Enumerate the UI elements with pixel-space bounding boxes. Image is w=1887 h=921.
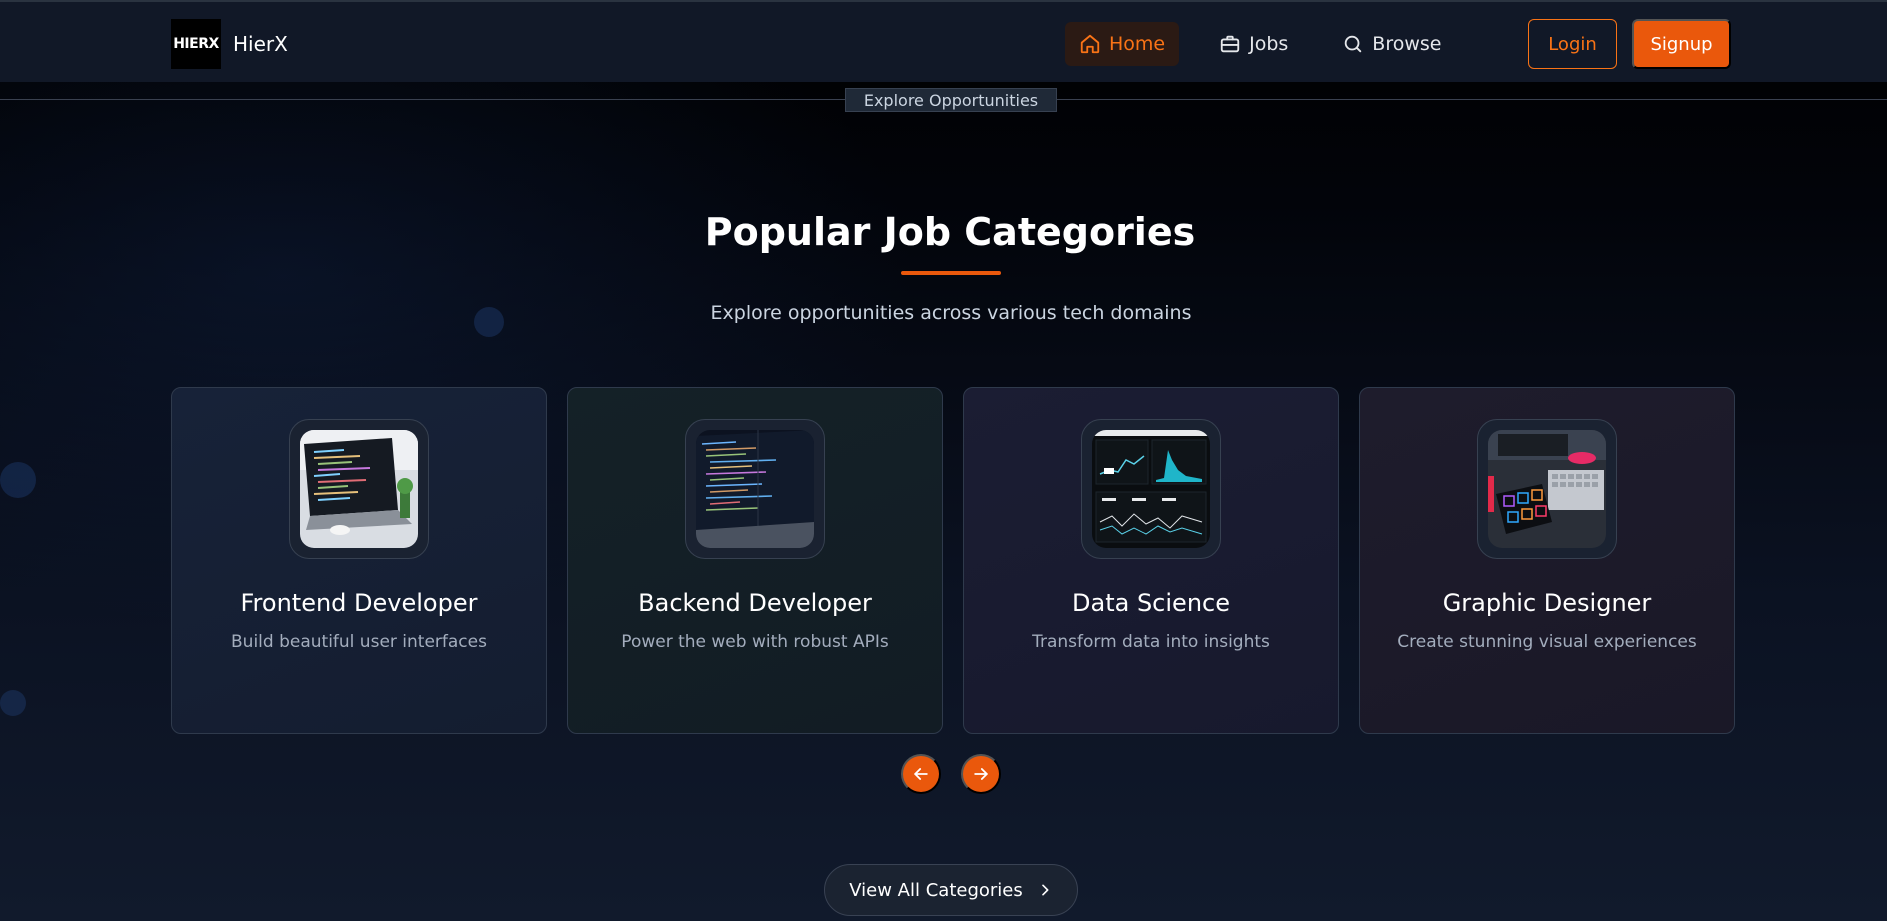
- carousel-prev-button[interactable]: [901, 754, 941, 794]
- category-title: Backend Developer: [638, 589, 872, 617]
- laptop-code-image: [300, 430, 418, 548]
- nav-item-browse[interactable]: Browse: [1328, 22, 1455, 66]
- title-underline: [901, 271, 1001, 275]
- nav-item-label: Jobs: [1249, 33, 1289, 55]
- category-card-graphic-designer[interactable]: Graphic Designer Create stunning visual …: [1359, 387, 1735, 734]
- category-title: Frontend Developer: [240, 589, 478, 617]
- signup-button[interactable]: Signup: [1632, 19, 1731, 69]
- explore-tag: Explore Opportunities: [845, 88, 1057, 112]
- category-carousel: Frontend Developer Build beautiful user …: [171, 387, 1735, 734]
- nav-links: Home Jobs Browse: [1065, 22, 1455, 66]
- briefcase-icon: [1220, 35, 1240, 53]
- carousel-next-button[interactable]: [961, 754, 1001, 794]
- analytics-dashboard-image: [1092, 430, 1210, 548]
- decorative-dot: [0, 462, 36, 498]
- nav-item-label: Home: [1109, 33, 1166, 55]
- page-title: Popular Job Categories: [704, 210, 1196, 254]
- category-title: Data Science: [1072, 589, 1230, 617]
- arrow-left-icon: [914, 768, 928, 780]
- category-desc: Transform data into insights: [1032, 632, 1270, 652]
- brand-logo: HIERX: [171, 19, 221, 69]
- navbar: HIERX HierX Home Jobs Browse Login Signu…: [0, 0, 1887, 82]
- brand[interactable]: HIERX HierX: [171, 19, 288, 69]
- category-thumb: [289, 419, 429, 559]
- view-all-categories-button[interactable]: View All Categories: [824, 864, 1078, 916]
- brand-name: HierX: [233, 32, 288, 56]
- category-card-data-science[interactable]: Data Science Transform data into insight…: [963, 387, 1339, 734]
- decorative-dot: [0, 690, 26, 716]
- code-screen-image: [696, 430, 814, 548]
- nav-item-label: Browse: [1372, 33, 1442, 55]
- home-icon: [1080, 34, 1100, 54]
- nav-item-home[interactable]: Home: [1065, 22, 1180, 66]
- category-thumb: [1081, 419, 1221, 559]
- category-title: Graphic Designer: [1442, 589, 1652, 617]
- arrow-right-icon: [974, 768, 988, 780]
- category-desc: Power the web with robust APIs: [621, 632, 889, 652]
- category-card-frontend[interactable]: Frontend Developer Build beautiful user …: [171, 387, 547, 734]
- category-card-backend[interactable]: Backend Developer Power the web with rob…: [567, 387, 943, 734]
- category-desc: Build beautiful user interfaces: [231, 632, 487, 652]
- category-desc: Create stunning visual experiences: [1397, 632, 1697, 652]
- search-icon: [1345, 35, 1362, 53]
- view-all-label: View All Categories: [849, 879, 1023, 901]
- nav-item-jobs[interactable]: Jobs: [1205, 22, 1302, 66]
- page-subtitle: Explore opportunities across various tec…: [710, 302, 1192, 324]
- category-thumb: [685, 419, 825, 559]
- login-button[interactable]: Login: [1528, 19, 1617, 69]
- design-tablet-image: [1488, 430, 1606, 548]
- chevron-right-icon: [1041, 884, 1049, 896]
- category-thumb: [1477, 419, 1617, 559]
